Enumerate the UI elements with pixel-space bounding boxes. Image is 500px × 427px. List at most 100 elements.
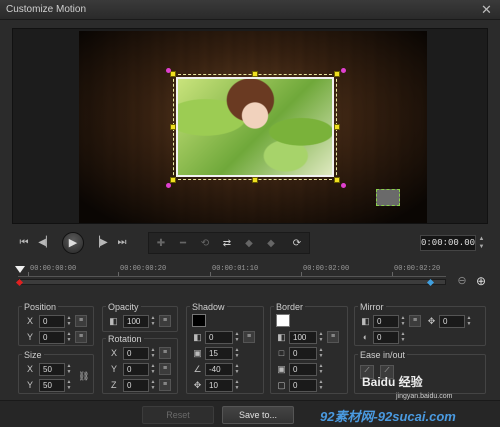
watermark-92sucai: 92素材网-92sucai.com bbox=[320, 409, 456, 424]
rotation-x-label: X bbox=[111, 348, 118, 358]
spin-arrows-icon[interactable]: ▲ ▼ bbox=[149, 363, 157, 376]
opacity-input[interactable]: 100 bbox=[123, 315, 149, 328]
selection-box[interactable] bbox=[173, 74, 337, 180]
next-frame-icon[interactable]: ▕▶ bbox=[92, 235, 108, 251]
border-color-swatch[interactable] bbox=[276, 314, 290, 327]
playhead[interactable] bbox=[15, 266, 25, 273]
resize-handle-bottom[interactable] bbox=[252, 177, 258, 183]
resize-handle-top[interactable] bbox=[252, 71, 258, 77]
border-width-icon: □ bbox=[278, 348, 285, 358]
shadow-distance-input[interactable]: 10 bbox=[205, 379, 233, 392]
size-x-input[interactable]: 50 bbox=[39, 363, 65, 376]
rotation-x-menu-button[interactable]: ≡ bbox=[159, 347, 171, 359]
resize-handle-tr[interactable] bbox=[334, 71, 340, 77]
rotation-y-menu-button[interactable]: ≡ bbox=[159, 363, 171, 375]
spin-arrows-icon[interactable]: ▲ ▼ bbox=[399, 331, 407, 344]
go-to-start-icon[interactable]: ⏮ bbox=[16, 235, 32, 251]
rotate-handle-bl[interactable] bbox=[166, 183, 171, 188]
reverse-keyframe-icon[interactable]: ⟲ bbox=[197, 236, 213, 252]
link-icon[interactable]: ⛓ bbox=[78, 371, 89, 382]
position-x-label: X bbox=[27, 316, 34, 326]
rotation-x-input[interactable]: 0 bbox=[123, 347, 149, 360]
motion-end-thumbnail[interactable] bbox=[376, 189, 400, 206]
shadow-opacity-menu-button[interactable]: ≡ bbox=[243, 331, 255, 343]
timeline[interactable]: 00:00:00:00 00:00:00:20 00:00:01:10 00:0… bbox=[12, 263, 488, 293]
position-y-input[interactable]: 0 bbox=[39, 331, 65, 344]
previous-frame-icon[interactable]: ◀▏ bbox=[38, 235, 54, 251]
next-keyframe-icon[interactable]: ◆ bbox=[263, 236, 279, 252]
resize-handle-right[interactable] bbox=[334, 124, 340, 130]
resize-handle-bl[interactable] bbox=[170, 177, 176, 183]
remove-keyframe-icon[interactable]: ━ bbox=[175, 236, 191, 252]
reset-button[interactable]: Reset bbox=[142, 406, 214, 424]
border-opacity-input[interactable]: 100 bbox=[289, 331, 317, 344]
swap-keyframes-icon[interactable]: ⇄ bbox=[219, 236, 235, 252]
shadow-opacity-input[interactable]: 0 bbox=[205, 331, 233, 344]
mirror-opacity-input[interactable]: 0 bbox=[373, 315, 399, 328]
rotation-group: Rotation X 0 ▲ ▼ ≡ Y 0 ▲ ▼ ≡ Z 0 ▲ ▼ ≡ bbox=[102, 334, 178, 394]
timeline-track[interactable] bbox=[18, 279, 446, 285]
position-x-input[interactable]: 0 bbox=[39, 315, 65, 328]
spin-arrows-icon[interactable]: ▲ ▼ bbox=[65, 379, 73, 392]
spin-arrows-icon[interactable]: ▲ ▼ bbox=[317, 379, 325, 392]
border-distance-input[interactable]: 0 bbox=[289, 379, 317, 392]
rotate-handle-br[interactable] bbox=[341, 183, 346, 188]
spin-arrows-icon[interactable]: ▲ ▼ bbox=[233, 347, 241, 360]
border-blur-input[interactable]: 0 bbox=[289, 363, 317, 376]
rotation-z-menu-button[interactable]: ≡ bbox=[159, 379, 171, 391]
rotate-handle-tr[interactable] bbox=[341, 68, 346, 73]
shadow-color-swatch[interactable] bbox=[192, 314, 206, 327]
mirror-offset-icon: ✥ bbox=[427, 316, 436, 326]
border-title: Border bbox=[274, 302, 306, 312]
spin-arrows-icon[interactable]: ▲ ▼ bbox=[149, 379, 157, 392]
rotation-y-input[interactable]: 0 bbox=[123, 363, 149, 376]
spin-arrows-icon[interactable]: ▲ ▼ bbox=[149, 347, 157, 360]
border-width-input[interactable]: 0 bbox=[289, 347, 317, 360]
spin-arrows-icon[interactable]: ▲ ▼ bbox=[317, 347, 325, 360]
shadow-title: Shadow bbox=[190, 302, 227, 312]
save-to-button[interactable]: Save to... bbox=[222, 406, 294, 424]
duplicate-keyframe-icon[interactable]: ⟳ bbox=[289, 236, 305, 252]
close-icon[interactable]: ✕ bbox=[479, 2, 494, 17]
timecode-spin-icon[interactable]: ▲ ▼ bbox=[477, 235, 486, 251]
opacity-menu-button[interactable]: ≡ bbox=[159, 315, 171, 327]
go-to-end-icon[interactable]: ⏭ bbox=[114, 235, 130, 251]
spin-arrows-icon[interactable]: ▲ ▼ bbox=[65, 315, 73, 328]
previous-keyframe-icon[interactable]: ◆ bbox=[241, 236, 257, 252]
spin-arrows-icon[interactable]: ▲ ▼ bbox=[149, 315, 157, 328]
resize-handle-tl[interactable] bbox=[170, 71, 176, 77]
spin-arrows-icon[interactable]: ▲ ▼ bbox=[317, 363, 325, 376]
resize-handle-br[interactable] bbox=[334, 177, 340, 183]
rotation-z-input[interactable]: 0 bbox=[123, 379, 149, 392]
resize-handle-left[interactable] bbox=[170, 124, 176, 130]
preview-canvas[interactable] bbox=[79, 31, 427, 223]
size-group: Size X 50 ▲ ▼ Y 50 ▲ ▼ ⛓ bbox=[18, 350, 94, 394]
spin-arrows-icon[interactable]: ▲ ▼ bbox=[317, 331, 325, 344]
border-opacity-menu-button[interactable]: ≡ bbox=[327, 331, 339, 343]
zoom-in-icon[interactable]: ⊕ bbox=[474, 274, 488, 288]
position-title: Position bbox=[22, 302, 59, 312]
mirror-opacity-menu-button[interactable]: ≡ bbox=[409, 315, 421, 327]
spin-arrows-icon[interactable]: ▲ ▼ bbox=[233, 363, 241, 376]
mirror-distance-input[interactable]: 0 bbox=[373, 331, 399, 344]
add-keyframe-icon[interactable]: ✚ bbox=[153, 236, 169, 252]
timecode-display[interactable]: 0:00:00.00 bbox=[420, 235, 476, 251]
spin-arrows-icon[interactable]: ▲ ▼ bbox=[65, 363, 73, 376]
spin-arrows-icon[interactable]: ▲ ▼ bbox=[233, 379, 241, 392]
spin-arrows-icon[interactable]: ▲ ▼ bbox=[399, 315, 407, 328]
play-icon[interactable]: ▶ bbox=[62, 232, 84, 254]
mirror-offset-input[interactable]: 0 bbox=[439, 315, 465, 328]
spin-arrows-icon[interactable]: ▲ ▼ bbox=[65, 331, 73, 344]
shadow-blur-input[interactable]: 15 bbox=[205, 347, 233, 360]
position-y-menu-button[interactable]: ≡ bbox=[75, 331, 87, 343]
position-x-menu-button[interactable]: ≡ bbox=[75, 315, 87, 327]
timeline-label: 00:00:02:20 bbox=[394, 265, 441, 273]
size-x-label: X bbox=[27, 364, 34, 374]
rotate-handle-tl[interactable] bbox=[166, 68, 171, 73]
shadow-direction-input[interactable]: -40 bbox=[205, 363, 233, 376]
size-y-input[interactable]: 50 bbox=[39, 379, 65, 392]
spin-arrows-icon[interactable]: ▲ ▼ bbox=[233, 331, 241, 344]
zoom-out-icon[interactable]: ⊖ bbox=[455, 274, 469, 288]
spin-arrows-icon[interactable]: ▲ ▼ bbox=[465, 315, 473, 328]
position-y-label: Y bbox=[27, 332, 34, 342]
